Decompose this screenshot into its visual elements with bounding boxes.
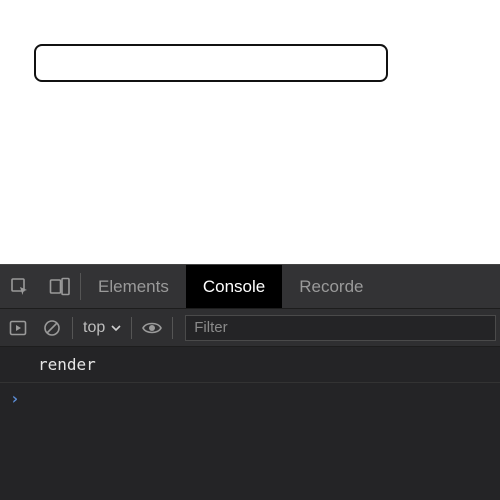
toggle-device-toolbar-button[interactable]	[40, 265, 80, 308]
divider	[131, 317, 132, 339]
tab-console[interactable]: Console	[186, 265, 282, 308]
clear-icon	[43, 319, 61, 337]
console-prompt[interactable]: ›	[0, 383, 500, 414]
tab-recorder[interactable]: Recorde	[282, 265, 380, 308]
clear-console-button[interactable]	[38, 314, 66, 342]
console-toolbar: top	[0, 309, 500, 347]
inspect-icon	[10, 277, 30, 297]
tab-elements[interactable]: Elements	[81, 265, 186, 308]
console-filter-input[interactable]	[185, 315, 496, 341]
inspect-element-button[interactable]	[0, 265, 40, 308]
tab-label: Console	[203, 277, 265, 297]
page-text-input[interactable]	[34, 44, 388, 82]
toggle-sidebar-button[interactable]	[4, 314, 32, 342]
sidebar-toggle-icon	[9, 319, 27, 337]
context-label: top	[83, 319, 105, 337]
chevron-down-icon	[111, 323, 121, 333]
divider	[72, 317, 73, 339]
console-log-line: render	[0, 347, 500, 383]
live-expression-button[interactable]	[138, 314, 166, 342]
context-selector[interactable]: top	[79, 319, 125, 337]
tab-label: Recorde	[299, 277, 363, 297]
tab-label: Elements	[98, 277, 169, 297]
viewport	[0, 0, 500, 264]
console-output: render ›	[0, 347, 500, 500]
device-icon	[49, 277, 71, 297]
eye-icon	[142, 319, 162, 337]
divider	[172, 317, 173, 339]
devtools-tabbar: Elements Console Recorde	[0, 265, 500, 309]
devtools-panel: Elements Console Recorde top	[0, 264, 500, 500]
